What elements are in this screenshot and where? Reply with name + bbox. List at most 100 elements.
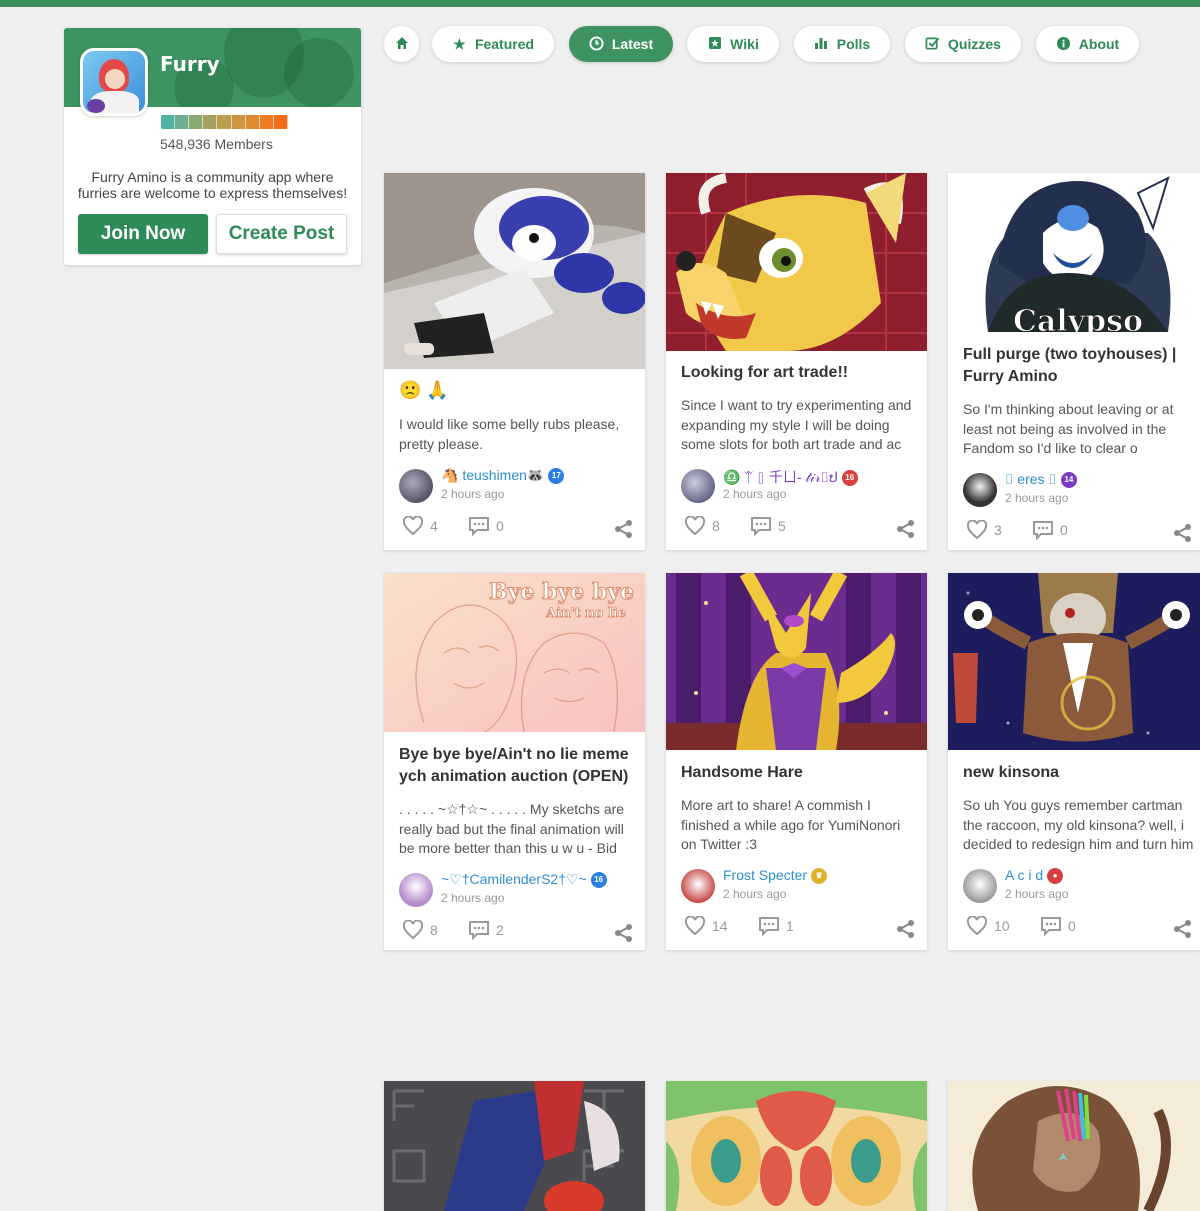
share-button[interactable] bbox=[1173, 919, 1193, 944]
post-author[interactable]: A c i d ● 2 hours ago bbox=[963, 867, 1200, 903]
author-name[interactable]: A c i d ● bbox=[1005, 867, 1064, 885]
post-title[interactable]: Bye bye bye/Ain't no lie meme ych animat… bbox=[399, 744, 634, 788]
community-card: Furry 548,936 Members Furry Amino is a c… bbox=[64, 28, 361, 265]
tab-polls[interactable]: Polls bbox=[794, 26, 890, 62]
avatar[interactable] bbox=[399, 873, 433, 907]
like-button[interactable]: 8 bbox=[402, 920, 438, 940]
post-author[interactable]: ⌷ eres ⌷ 14 2 hours ago bbox=[963, 471, 1200, 507]
home-tab[interactable] bbox=[384, 26, 419, 62]
join-now-button[interactable]: Join Now bbox=[78, 214, 208, 254]
community-icon[interactable] bbox=[80, 48, 148, 116]
post-excerpt: So uh You guys remember cartman the racc… bbox=[963, 797, 1194, 852]
avatar[interactable] bbox=[963, 473, 997, 507]
like-count: 10 bbox=[994, 918, 1010, 934]
post-timestamp: 2 hours ago bbox=[441, 487, 505, 501]
comment-button[interactable]: 5 bbox=[750, 516, 786, 536]
heart-icon bbox=[402, 516, 424, 536]
post-card[interactable] bbox=[384, 1081, 645, 1211]
post-thumbnail[interactable] bbox=[948, 573, 1200, 750]
post-excerpt: More art to share! A commish I finished … bbox=[681, 797, 901, 852]
comment-count: 0 bbox=[1068, 918, 1076, 934]
post-thumbnail[interactable] bbox=[666, 573, 927, 750]
post-title[interactable]: Handsome Hare bbox=[681, 762, 916, 784]
heart-icon bbox=[966, 520, 988, 540]
author-name[interactable]: Frost Specter ♛ bbox=[723, 867, 828, 885]
comment-button[interactable]: 0 bbox=[1040, 916, 1076, 936]
comment-count: 0 bbox=[1060, 522, 1068, 538]
post-title[interactable]: Full purge (two toyhouses) | Furry Amino bbox=[963, 344, 1198, 388]
share-button[interactable] bbox=[1173, 523, 1193, 548]
post-card[interactable]: Handsome Hare More art to share! A commi… bbox=[666, 573, 927, 950]
post-thumbnail[interactable] bbox=[666, 1081, 927, 1211]
like-button[interactable]: 3 bbox=[966, 520, 1002, 540]
post-card[interactable] bbox=[948, 1081, 1200, 1211]
comment-count: 2 bbox=[496, 922, 504, 938]
post-thumbnail[interactable] bbox=[384, 1081, 645, 1211]
share-button[interactable] bbox=[614, 519, 634, 544]
share-icon bbox=[1174, 920, 1191, 938]
tab-wiki[interactable]: Wiki bbox=[687, 26, 779, 62]
post-card[interactable]: Looking for art trade!! Since I want to … bbox=[666, 173, 927, 550]
post-stats: 10 0 bbox=[963, 916, 1193, 942]
share-button[interactable] bbox=[896, 519, 916, 544]
avatar[interactable] bbox=[681, 869, 715, 903]
post-thumbnail[interactable] bbox=[384, 173, 645, 369]
info-icon bbox=[1056, 36, 1071, 53]
comment-button[interactable]: 0 bbox=[1032, 520, 1068, 540]
like-button[interactable]: 10 bbox=[966, 916, 1010, 936]
like-count: 14 bbox=[712, 918, 728, 934]
author-name[interactable]: ⌷ eres ⌷ 14 bbox=[1005, 471, 1077, 489]
avatar[interactable] bbox=[399, 469, 433, 503]
author-name[interactable]: 🐴 teushimen🦝 17 bbox=[441, 467, 565, 485]
post-thumbnail[interactable]: Calypso bbox=[948, 173, 1200, 332]
post-stats: 8 5 bbox=[681, 516, 916, 542]
post-timestamp: 2 hours ago bbox=[723, 887, 787, 901]
avatar[interactable] bbox=[681, 469, 715, 503]
bar-chart-icon bbox=[814, 36, 829, 52]
member-count: 548,936 Members bbox=[160, 136, 273, 152]
tab-label: Wiki bbox=[730, 36, 759, 52]
tab-about[interactable]: About bbox=[1036, 26, 1139, 62]
star-icon: ★ bbox=[453, 36, 466, 52]
post-thumbnail[interactable] bbox=[666, 173, 927, 351]
share-button[interactable] bbox=[896, 919, 916, 944]
post-thumbnail[interactable]: Bye bye bye Ain't no lie bbox=[384, 573, 645, 732]
tab-quizzes[interactable]: Quizzes bbox=[905, 26, 1021, 62]
tab-latest[interactable]: Latest bbox=[569, 26, 673, 62]
post-author[interactable]: ~♡†CamilenderS2†♡~ 16 2 hours ago bbox=[399, 871, 639, 907]
post-card[interactable] bbox=[666, 1081, 927, 1211]
thumbnail-caption: Ain't no lie bbox=[545, 606, 626, 621]
community-name[interactable]: Furry bbox=[160, 52, 220, 76]
post-author[interactable]: ♎ ᛠ ⌷ 千ㄩ- 𝓉𝒾𝓇⌷ປ 16 2 hours ago bbox=[681, 467, 921, 503]
post-card[interactable]: 🙁 🙏 I would like some belly rubs please,… bbox=[384, 173, 645, 550]
community-description: Furry Amino is a community app where fur… bbox=[77, 169, 348, 201]
comment-button[interactable]: 1 bbox=[758, 916, 794, 936]
post-card[interactable]: Calypso Full purge (two toyhouses) | Fur… bbox=[948, 173, 1200, 550]
heart-icon bbox=[966, 916, 988, 936]
author-name[interactable]: ♎ ᛠ ⌷ 千ㄩ- 𝓉𝒾𝓇⌷ປ 16 bbox=[723, 467, 858, 487]
thumbnail-caption: Bye bye bye bbox=[489, 579, 634, 605]
like-button[interactable]: 14 bbox=[684, 916, 728, 936]
post-title[interactable]: Looking for art trade!! bbox=[681, 362, 916, 384]
share-icon bbox=[1174, 524, 1191, 542]
post-card[interactable]: Bye bye bye Ain't no lie Bye bye bye/Ain… bbox=[384, 573, 645, 950]
post-thumbnail[interactable] bbox=[948, 1081, 1200, 1211]
post-title[interactable]: new kinsona bbox=[963, 762, 1198, 784]
like-button[interactable]: 8 bbox=[684, 516, 720, 536]
post-card[interactable]: new kinsona So uh You guys remember cart… bbox=[948, 573, 1200, 950]
author-name[interactable]: ~♡†CamilenderS2†♡~ 16 bbox=[441, 871, 607, 889]
level-segment bbox=[245, 115, 260, 129]
like-button[interactable]: 4 bbox=[402, 516, 438, 536]
post-author[interactable]: 🐴 teushimen🦝 17 2 hours ago bbox=[399, 467, 639, 503]
comment-button[interactable]: 0 bbox=[468, 516, 504, 536]
share-button[interactable] bbox=[614, 923, 634, 948]
avatar[interactable] bbox=[963, 869, 997, 903]
post-stats: 4 0 bbox=[399, 516, 634, 542]
create-post-button[interactable]: Create Post bbox=[216, 214, 347, 254]
tab-featured[interactable]: ★ Featured bbox=[432, 26, 554, 62]
author-name-text: A c i d bbox=[1005, 867, 1044, 883]
post-timestamp: 2 hours ago bbox=[441, 891, 505, 905]
tab-label: About bbox=[1078, 36, 1120, 52]
comment-button[interactable]: 2 bbox=[468, 920, 504, 940]
post-author[interactable]: Frost Specter ♛ 2 hours ago bbox=[681, 867, 921, 903]
